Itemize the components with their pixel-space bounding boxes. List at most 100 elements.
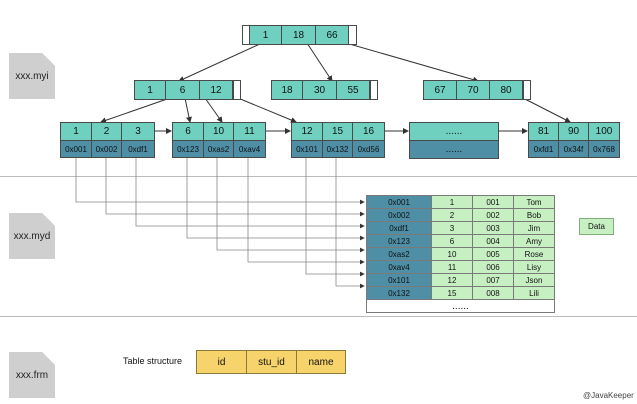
leaf-2-key-2: 10 (204, 123, 234, 140)
row-4-name: Amy (513, 234, 555, 248)
leaf-node-2: 6 10 11 0x123 0xas2 0xav4 (172, 122, 266, 158)
leaf-2-addr-3: 0xav4 (234, 140, 265, 157)
internal-2-key-2: 30 (303, 81, 337, 99)
edge-root-left (178, 42, 263, 82)
leaf-2-key-1: 6 (173, 123, 204, 140)
table-row: 0x132 15 008 Lili (366, 286, 555, 300)
data-table-ellipsis: ...... (366, 299, 555, 313)
row-3-address: 0xdf1 (366, 221, 432, 235)
row-3-id: 3 (431, 221, 473, 235)
diagram-canvas: xxx.myi xxx.myd xxx.frm 1 18 66 1 6 12 1… (0, 0, 637, 404)
row-8-address: 0x132 (366, 286, 432, 300)
leaf-1-addr-3: 0xdf1 (122, 140, 154, 157)
row-7-stu-id: 007 (472, 273, 514, 287)
row-3-name: Jim (513, 221, 555, 235)
leaf-4-addr-3: 0x768 (589, 140, 619, 157)
root-pointer-right (349, 26, 356, 44)
field-id: id (197, 351, 247, 373)
row-5-stu-id: 005 (472, 247, 514, 261)
leaf-4-addr-1: 0xfd1 (529, 140, 559, 157)
leaf-node-4: 81 90 100 0xfd1 0x34f 0x768 (528, 122, 620, 158)
row-4-stu-id: 004 (472, 234, 514, 248)
root-node: 1 18 66 (242, 25, 357, 45)
leaf-1-addr-2: 0x002 (92, 140, 122, 157)
leaf-3-key-2: 15 (323, 123, 353, 140)
pointer-0x132 (335, 156, 365, 289)
internal-node-1: 1 6 12 (134, 80, 241, 100)
leaf-2-addr-1: 0x123 (173, 140, 204, 157)
edge-internal-leaf-2 (184, 97, 192, 123)
row-2-stu-id: 002 (472, 208, 514, 222)
row-4-address: 0x123 (366, 234, 432, 248)
edge-root-middle (306, 42, 333, 82)
leaf-ellipsis-addrs: ...... (410, 140, 498, 158)
row-1-name: Tom (513, 195, 555, 209)
leaf-1-key-2: 2 (92, 123, 122, 140)
data-pointers (75, 156, 365, 289)
leaf-4-key-1: 81 (529, 123, 559, 140)
leaf-node-1: 1 2 3 0x001 0x002 0xdf1 (60, 122, 155, 158)
table-structure-fields: id stu_id name (196, 350, 346, 374)
row-5-address: 0xas2 (366, 247, 432, 261)
internal-3-key-1: 67 (424, 81, 457, 99)
pointer-0x101 (305, 156, 365, 277)
row-6-stu-id: 006 (472, 260, 514, 274)
table-row: 0xas2 10 005 Rose (366, 247, 555, 261)
row-8-stu-id: 008 (472, 286, 514, 300)
leaf-1-key-3: 3 (122, 123, 154, 140)
row-1-id: 1 (431, 195, 473, 209)
leaf-3-key-1: 12 (292, 123, 323, 140)
row-6-name: Lisy (513, 260, 555, 274)
internal-3-key-3: 80 (490, 81, 523, 99)
root-key-2: 18 (282, 26, 316, 44)
watermark: @JavaKeeper (583, 391, 634, 400)
row-8-name: Lili (513, 286, 555, 300)
internal-1-key-2: 6 (166, 81, 200, 99)
row-4-id: 6 (431, 234, 473, 248)
data-table-body: 0x001 1 001 Tom 0x002 2 002 Bob 0xdf1 3 … (366, 195, 555, 313)
data-table: 0x001 1 001 Tom 0x002 2 002 Bob 0xdf1 3 … (366, 195, 555, 313)
leaf-3-key-3: 16 (353, 123, 384, 140)
pointer-0xdf1 (135, 156, 365, 229)
internal-2-pointer (370, 81, 377, 99)
leaf-node-ellipsis: ...... ...... (409, 122, 499, 159)
table-structure-label: Table structure (123, 356, 183, 366)
table-row: 0x002 2 002 Bob (366, 208, 555, 222)
leaf-1-addr-1: 0x001 (61, 140, 92, 157)
internal-node-2: 18 30 55 (271, 80, 378, 100)
row-8-id: 15 (431, 286, 473, 300)
table-row-ellipsis: ...... (366, 299, 555, 313)
row-5-name: Rose (513, 247, 555, 261)
leaf-3-addr-1: 0x101 (292, 140, 323, 157)
leaf-ellipsis-keys: ...... (410, 123, 498, 140)
table-row: 0x001 1 001 Tom (366, 195, 555, 209)
internal-node-3: 67 70 80 (423, 80, 531, 100)
row-6-id: 11 (431, 260, 473, 274)
leaf-2-key-3: 11 (234, 123, 265, 140)
internal-2-key-1: 18 (272, 81, 303, 99)
row-7-address: 0x101 (366, 273, 432, 287)
edge-internal-leaf-1 (100, 97, 171, 124)
internal-1-key-3: 12 (200, 81, 233, 99)
root-key-3: 66 (316, 26, 349, 44)
internal-2-key-3: 55 (337, 81, 370, 99)
leaf-4-key-2: 90 (559, 123, 589, 140)
row-7-name: Json (513, 273, 555, 287)
table-row: 0x123 6 004 Amy (366, 234, 555, 248)
table-row: 0xdf1 3 003 Jim (366, 221, 555, 235)
row-6-address: 0xav4 (366, 260, 432, 274)
row-2-name: Bob (513, 208, 555, 222)
root-pointer-left (243, 26, 250, 44)
row-7-id: 12 (431, 273, 473, 287)
table-row: 0xav4 11 006 Lisy (366, 260, 555, 274)
leaf-3-addr-3: 0xd56 (353, 140, 384, 157)
row-2-address: 0x002 (366, 208, 432, 222)
internal-1-key-1: 1 (135, 81, 166, 99)
leaf-1-key-1: 1 (61, 123, 92, 140)
pointer-0x001 (75, 156, 365, 205)
table-row: 0x101 12 007 Json (366, 273, 555, 287)
internal-1-pointer (233, 81, 240, 99)
leaf-3-addr-2: 0x132 (323, 140, 353, 157)
pointer-0x002 (105, 156, 365, 217)
data-label: Data (579, 218, 614, 235)
